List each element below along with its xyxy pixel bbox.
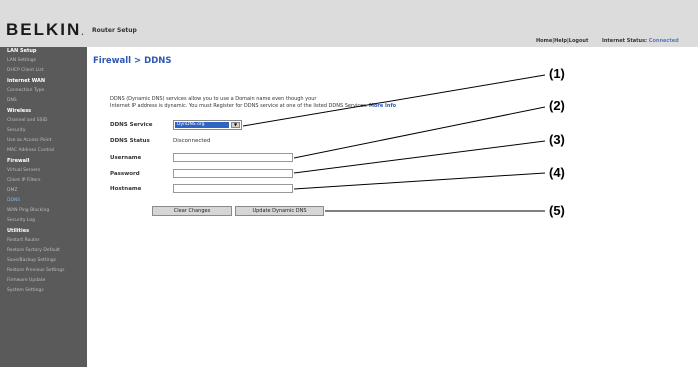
callout-label-1: (1) [549, 66, 565, 81]
callout-line-2 [293, 106, 546, 159]
callout-line-3 [293, 140, 546, 174]
callout-label-2: (2) [549, 98, 565, 113]
callout-label-4: (4) [549, 165, 565, 180]
callout-lines [242, 74, 546, 212]
callout-label-3: (3) [549, 132, 565, 147]
callout-line-1 [242, 74, 546, 127]
callout-label-5: (5) [549, 203, 565, 218]
callout-line-4 [293, 172, 546, 190]
